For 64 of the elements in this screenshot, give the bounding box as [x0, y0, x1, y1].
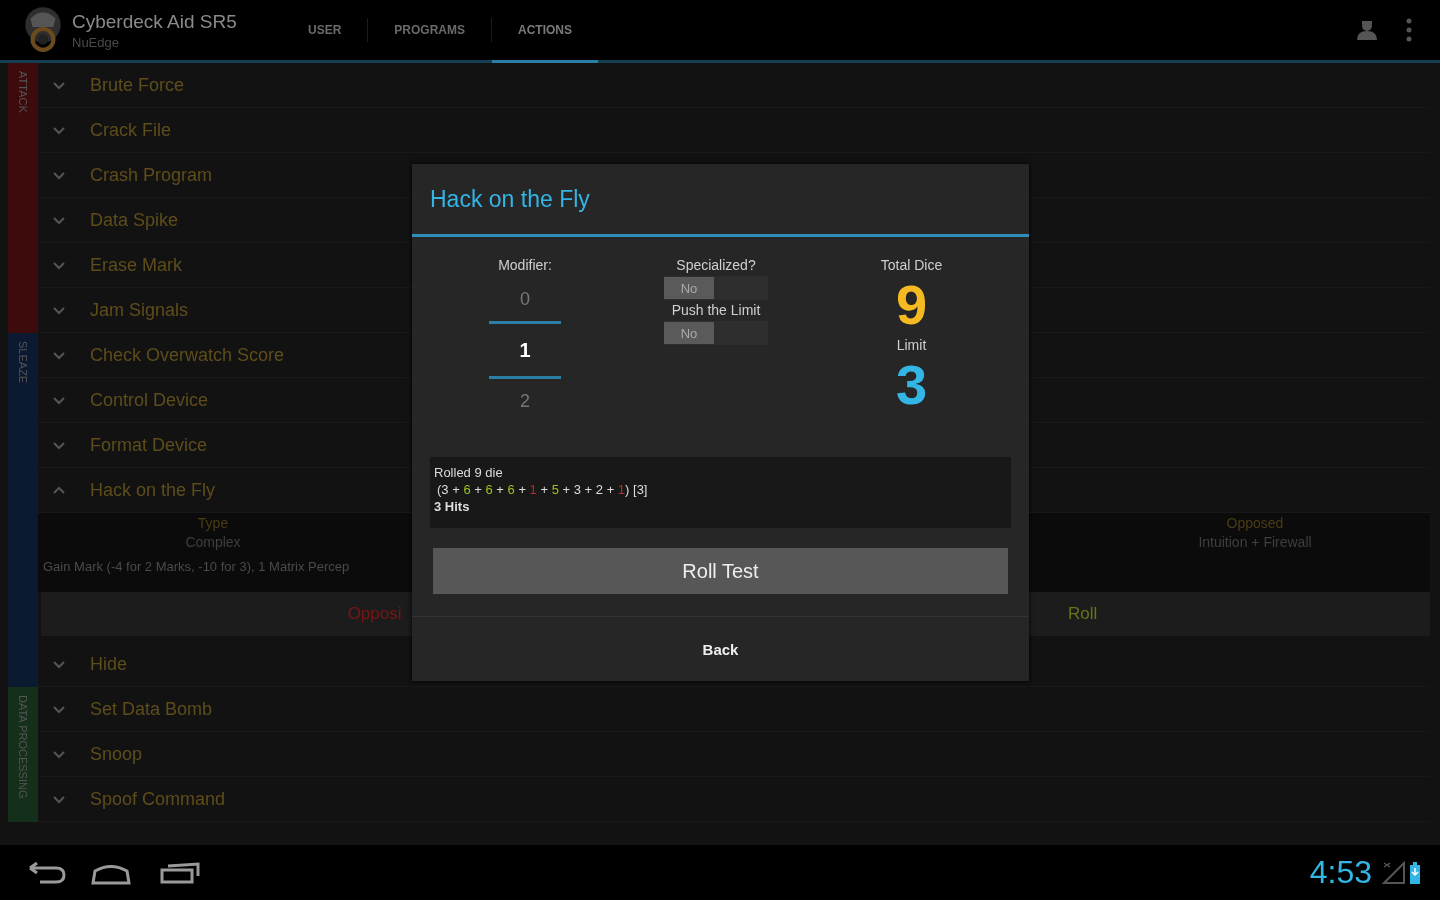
roll-test-button[interactable]: Roll Test	[433, 548, 1008, 594]
chevron-up-icon[interactable]	[53, 484, 65, 496]
chevron-down-icon[interactable]	[53, 259, 65, 271]
field-label: Total Dice	[880, 257, 943, 273]
signal-icon	[1382, 860, 1406, 885]
back-button[interactable]: Back	[412, 616, 1029, 681]
app-logo-icon	[22, 4, 64, 54]
category-label: DATA PROCESSING	[17, 694, 29, 799]
category-label: SLEAZE	[17, 340, 29, 384]
category-label: ATTACK	[17, 70, 29, 113]
action-name[interactable]: Spoof Command	[90, 788, 226, 810]
chevron-down-icon[interactable]	[53, 349, 65, 361]
detail-label: Opposed	[1226, 515, 1284, 531]
chevron-down-icon[interactable]	[53, 169, 65, 181]
chevron-down-icon[interactable]	[53, 439, 65, 451]
picker-value[interactable]: 2	[489, 379, 561, 423]
limit-value: 3	[895, 353, 928, 417]
field-label: Modifier:	[498, 257, 552, 273]
chevron-down-icon[interactable]	[53, 304, 65, 316]
person-icon[interactable]	[1356, 19, 1378, 41]
action-name[interactable]: Hack on the Fly	[90, 479, 216, 501]
recent-apps-icon[interactable]	[160, 860, 202, 885]
chevron-down-icon[interactable]	[53, 748, 65, 760]
action-name[interactable]: Erase Mark	[90, 254, 183, 276]
field-label: Push the Limit	[671, 302, 761, 318]
toggle-switch[interactable]: No	[664, 321, 768, 345]
overflow-menu-icon[interactable]	[1406, 18, 1412, 42]
battery-icon	[1410, 861, 1420, 884]
chevron-down-icon[interactable]	[53, 214, 65, 226]
picker-value[interactable]: 1	[489, 321, 561, 379]
detail-label: Type	[197, 515, 229, 531]
field-label: Limit	[896, 337, 927, 353]
clock: 4:53	[1309, 854, 1372, 891]
chevron-down-icon[interactable]	[53, 793, 65, 805]
action-name[interactable]: Crash Program	[90, 164, 213, 186]
chevron-down-icon[interactable]	[53, 124, 65, 136]
roll-summary: Rolled 9 die	[434, 465, 504, 480]
action-name[interactable]: Jam Signals	[90, 299, 189, 321]
action-name[interactable]: Crack File	[90, 119, 171, 141]
action-name[interactable]: Snoop	[90, 743, 143, 765]
tab[interactable]: PROGRAMS	[368, 0, 491, 63]
field-label: Specialized?	[676, 257, 756, 273]
action-name[interactable]: Format Device	[90, 434, 208, 456]
hits-count: 3 Hits	[434, 499, 471, 514]
action-name[interactable]: Check Overwatch Score	[90, 344, 285, 366]
tab[interactable]: USER	[282, 0, 368, 63]
chevron-down-icon[interactable]	[53, 703, 65, 715]
chevron-down-icon[interactable]	[53, 658, 65, 670]
action-name[interactable]: Control Device	[90, 389, 209, 411]
app-subtitle: NuEdge	[72, 34, 120, 50]
chevron-down-icon[interactable]	[53, 394, 65, 406]
action-name[interactable]: Brute Force	[90, 74, 185, 96]
total-dice-value: 9	[895, 273, 928, 337]
picker-value[interactable]: 0	[489, 277, 561, 321]
action-name[interactable]: Hide	[90, 653, 128, 675]
back-icon[interactable]	[26, 860, 66, 885]
action-name[interactable]: Set Data Bomb	[90, 698, 213, 720]
dice-results: (3 + 6 + 6 + 6 + 1 + 5 + 3 + 2 + 1) [3]	[436, 482, 649, 497]
chevron-down-icon[interactable]	[53, 79, 65, 91]
dialog-title: Hack on the Fly	[412, 164, 1029, 237]
app-title: Cyberdeck Aid SR5	[72, 10, 238, 33]
action-name[interactable]: Data Spike	[90, 209, 179, 231]
action-description: Gain Mark (-4 for 2 Marks, -10 for 3), 1 Matrix Percep	[43, 559, 350, 574]
toggle-switch[interactable]: No	[664, 276, 768, 300]
